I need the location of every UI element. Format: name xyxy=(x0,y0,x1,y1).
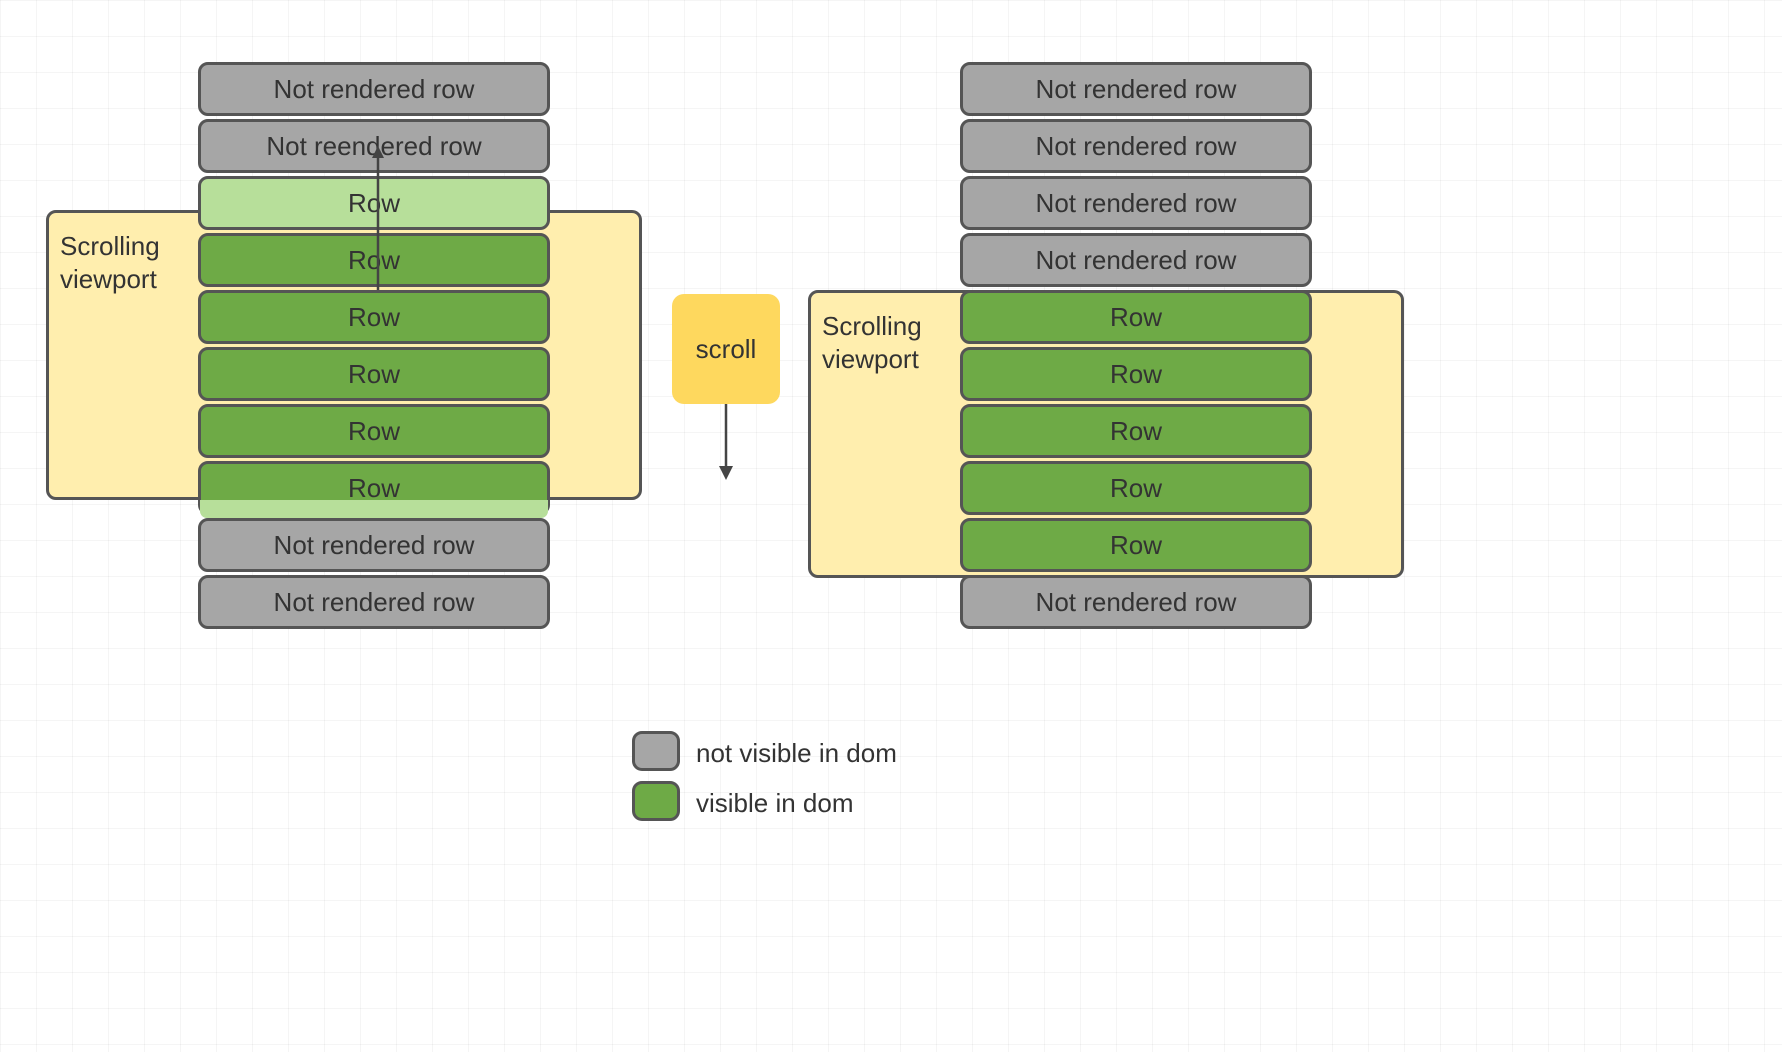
left-row-3-label: Row xyxy=(348,245,400,276)
right-row-4-label: Row xyxy=(1110,302,1162,333)
right-row-2-label: Not rendered row xyxy=(1036,188,1237,219)
right-row-7-label: Row xyxy=(1110,473,1162,504)
left-row-7-label: Row xyxy=(348,473,400,504)
scroll-label: scroll xyxy=(696,334,757,365)
right-row-0: Not rendered row xyxy=(960,62,1312,116)
left-partial-row-bottom xyxy=(200,500,548,518)
left-row-8-label: Not rendered row xyxy=(274,530,475,561)
right-row-1-label: Not rendered row xyxy=(1036,131,1237,162)
right-row-7: Row xyxy=(960,461,1312,515)
left-row-4-label: Row xyxy=(348,302,400,333)
left-row-2-label: Row xyxy=(348,188,400,219)
left-row-0-label: Not rendered row xyxy=(274,74,475,105)
left-row-3: Row xyxy=(198,233,550,287)
right-row-4: Row xyxy=(960,290,1312,344)
right-row-3: Not rendered row xyxy=(960,233,1312,287)
right-row-8: Row xyxy=(960,518,1312,572)
left-row-9-label: Not rendered row xyxy=(274,587,475,618)
left-row-6: Row xyxy=(198,404,550,458)
left-row-6-label: Row xyxy=(348,416,400,447)
legend-text-visible: visible in dom xyxy=(696,788,854,819)
left-row-1: Not reendered row xyxy=(198,119,550,173)
right-row-9: Not rendered row xyxy=(960,575,1312,629)
right-row-0-label: Not rendered row xyxy=(1036,74,1237,105)
left-row-4: Row xyxy=(198,290,550,344)
scroll-arrow-icon xyxy=(716,404,736,484)
legend-swatch-gray xyxy=(632,731,680,771)
right-row-8-label: Row xyxy=(1110,530,1162,561)
left-row-5-label: Row xyxy=(348,359,400,390)
diagram-canvas: Scrolling viewport Not rendered row Not … xyxy=(0,0,1782,1052)
scroll-tag: scroll xyxy=(672,294,780,404)
left-row-1-label: Not reendered row xyxy=(266,131,481,162)
right-row-5-label: Row xyxy=(1110,359,1162,390)
right-row-9-label: Not rendered row xyxy=(1036,587,1237,618)
right-viewport-label: Scrolling viewport xyxy=(822,310,922,375)
legend-swatch-green xyxy=(632,781,680,821)
right-row-5: Row xyxy=(960,347,1312,401)
right-row-1: Not rendered row xyxy=(960,119,1312,173)
right-row-2: Not rendered row xyxy=(960,176,1312,230)
right-row-6-label: Row xyxy=(1110,416,1162,447)
left-row-0: Not rendered row xyxy=(198,62,550,116)
left-row-5: Row xyxy=(198,347,550,401)
left-viewport-label: Scrolling viewport xyxy=(60,230,160,295)
right-row-3-label: Not rendered row xyxy=(1036,245,1237,276)
left-row-9: Not rendered row xyxy=(198,575,550,629)
right-row-6: Row xyxy=(960,404,1312,458)
left-row-2: Row xyxy=(198,176,550,230)
legend-text-not-visible: not visible in dom xyxy=(696,738,897,769)
left-row-8: Not rendered row xyxy=(198,518,550,572)
